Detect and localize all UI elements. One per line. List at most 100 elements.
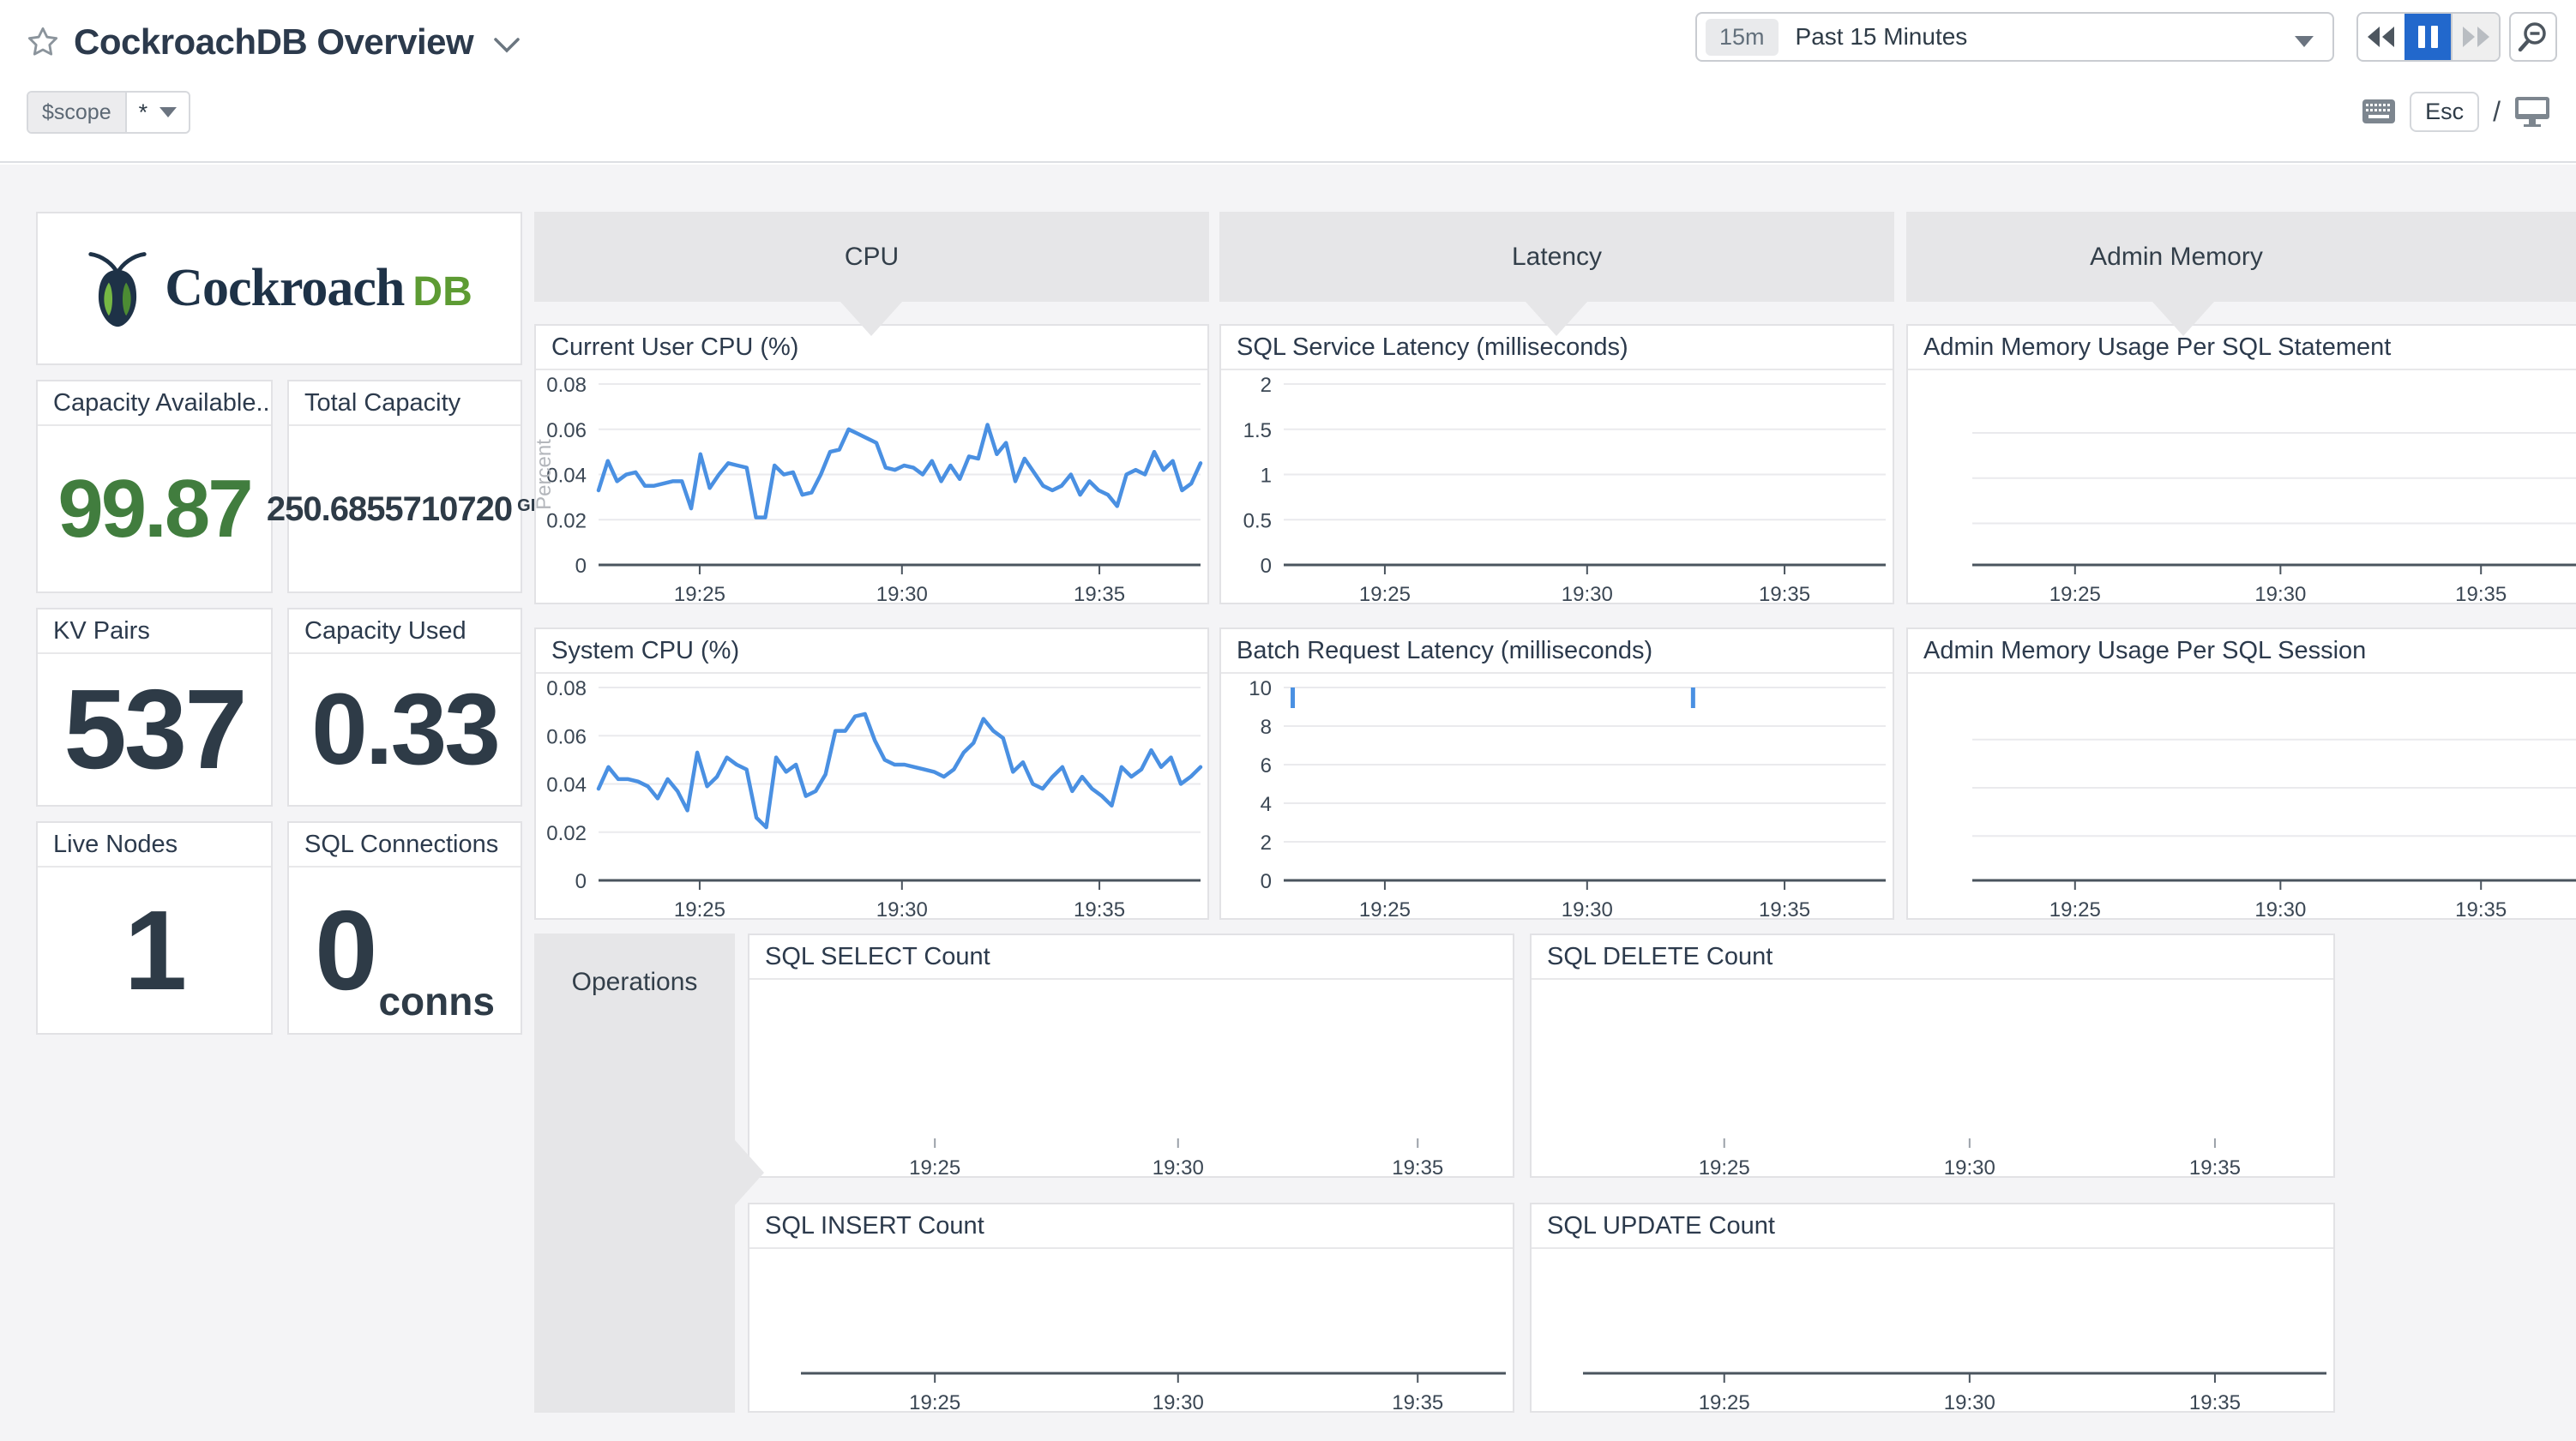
chart-panel-sql-service-latency: SQL Service Latency (milliseconds) 00.51… xyxy=(1219,324,1894,604)
svg-text:19:30: 19:30 xyxy=(1562,583,1613,603)
svg-text:0.08: 0.08 xyxy=(546,677,587,700)
group-label: CPU xyxy=(845,243,899,272)
keyboard-icon[interactable] xyxy=(2362,99,2396,124)
time-pause-button[interactable] xyxy=(2404,14,2451,60)
svg-text:0.06: 0.06 xyxy=(546,725,587,748)
stat-card-title: KV Pairs xyxy=(38,609,271,654)
brand-name: Cockroach xyxy=(165,259,404,317)
stat-value: 0.33 xyxy=(311,679,498,780)
stat-value: 0 xyxy=(315,894,375,1007)
svg-text:4: 4 xyxy=(1261,793,1272,816)
svg-text:0: 0 xyxy=(1261,555,1272,578)
svg-text:19:30: 19:30 xyxy=(1153,1391,1204,1411)
svg-text:2: 2 xyxy=(1261,832,1272,855)
svg-text:19:30: 19:30 xyxy=(1944,1391,1995,1411)
group-label: Admin Memory xyxy=(2090,243,2263,272)
svg-text:10: 10 xyxy=(1249,677,1272,700)
fullscreen-monitor-icon[interactable] xyxy=(2514,96,2550,127)
svg-text:19:30: 19:30 xyxy=(1153,1156,1204,1176)
chart-panel-admin-memory-session: Admin Memory Usage Per SQL Session 19:25… xyxy=(1906,627,2576,920)
chart-title: Admin Memory Usage Per SQL Statement xyxy=(1908,326,2576,370)
time-backward-button[interactable] xyxy=(2358,14,2404,60)
svg-text:19:25: 19:25 xyxy=(2049,583,2101,603)
svg-text:19:35: 19:35 xyxy=(1759,583,1810,603)
top-bar: CockroachDB Overview 15m Past 15 Minutes xyxy=(0,0,2576,163)
svg-text:19:25: 19:25 xyxy=(1359,583,1411,603)
cockroachdb-logo-card: CockroachDB xyxy=(36,212,522,365)
page-title: CockroachDB Overview xyxy=(74,21,473,63)
svg-text:19:30: 19:30 xyxy=(876,898,928,918)
chart-panel-admin-memory-statement: Admin Memory Usage Per SQL Statement 19:… xyxy=(1906,324,2576,604)
time-range-picker[interactable]: 15m Past 15 Minutes xyxy=(1695,12,2334,62)
svg-text:19:35: 19:35 xyxy=(1392,1391,1443,1411)
dashboard-title-row: CockroachDB Overview xyxy=(26,12,521,72)
group-header-operations[interactable]: Operations xyxy=(534,934,735,1413)
stat-value: 250.6855710720 xyxy=(267,492,512,526)
favorite-star-icon[interactable] xyxy=(26,25,60,59)
chart-panel-sql-delete-count: SQL DELETE Count 19:2519:3019:35 xyxy=(1530,934,2335,1178)
svg-text:Percent: Percent xyxy=(536,439,556,510)
zoom-out-icon xyxy=(2517,21,2549,53)
fast-forward-icon xyxy=(2460,25,2491,49)
svg-text:19:30: 19:30 xyxy=(2254,898,2306,918)
time-range-label: Past 15 Minutes xyxy=(1796,23,1968,51)
zoom-out-button[interactable] xyxy=(2509,12,2557,62)
time-nav-buttons xyxy=(2356,12,2501,62)
line-chart-admin-memory-statement: 19:2519:3019:35 xyxy=(1908,370,2576,603)
stat-card-sql-connections: SQL Connections 0conns xyxy=(287,821,522,1035)
svg-text:8: 8 xyxy=(1261,716,1272,739)
scope-value-select[interactable]: * xyxy=(127,93,190,132)
chart-title: Batch Request Latency (milliseconds) xyxy=(1221,629,1893,674)
group-header-cpu[interactable]: CPU xyxy=(534,212,1209,302)
svg-text:19:30: 19:30 xyxy=(876,583,928,603)
svg-text:19:25: 19:25 xyxy=(674,583,725,603)
group-notch-admin-memory xyxy=(2152,302,2214,336)
svg-text:19:35: 19:35 xyxy=(1074,583,1125,603)
svg-text:19:30: 19:30 xyxy=(1944,1156,1995,1176)
svg-text:19:35: 19:35 xyxy=(2189,1391,2241,1411)
stat-card-live-nodes: Live Nodes 1 xyxy=(36,821,273,1035)
group-header-admin-memory[interactable]: Admin Memory xyxy=(1906,212,2576,302)
time-range-caret-icon xyxy=(2295,36,2314,47)
stat-card-title: Capacity Available... xyxy=(38,381,271,426)
svg-text:19:25: 19:25 xyxy=(1359,898,1411,918)
esc-key-button[interactable]: Esc xyxy=(2410,92,2479,132)
chart-panel-batch-request-latency: Batch Request Latency (milliseconds) 0 2 4… xyxy=(1219,627,1894,920)
dashboard-grid: CockroachDB Capacity Available... 99.87 … xyxy=(0,165,2576,1441)
chart-panel-sql-select-count: SQL SELECT Count 19:2519:3019:35 xyxy=(748,934,1514,1178)
group-notch-operations xyxy=(735,1140,764,1205)
chart-panel-sql-insert-count: SQL INSERT Count 19:2519:3019:35 xyxy=(748,1203,1514,1413)
line-chart-current-user-cpu: 00.020.040.060.0819:2519:3019:35Percent xyxy=(536,370,1207,603)
chart-title: SQL INSERT Count xyxy=(749,1204,1513,1249)
shortcut-hint-row: Esc / xyxy=(2362,89,2550,134)
group-header-latency[interactable]: Latency xyxy=(1219,212,1894,302)
svg-text:19:35: 19:35 xyxy=(2455,583,2507,603)
time-range-badge: 15m xyxy=(1706,19,1779,56)
svg-text:19:25: 19:25 xyxy=(674,898,725,918)
chart-title: Admin Memory Usage Per SQL Session xyxy=(1908,629,2576,674)
svg-text:0: 0 xyxy=(1261,870,1272,893)
svg-text:0.02: 0.02 xyxy=(546,509,587,532)
group-label: Operations xyxy=(534,934,735,997)
svg-text:19:25: 19:25 xyxy=(2049,898,2101,918)
chart-title: System CPU (%) xyxy=(536,629,1207,674)
chart-title: SQL UPDATE Count xyxy=(1532,1204,2333,1249)
svg-text:0.04: 0.04 xyxy=(546,774,587,797)
stat-card-title: SQL Connections xyxy=(289,823,521,868)
rewind-icon xyxy=(2366,25,2397,49)
svg-text:1: 1 xyxy=(1261,465,1272,488)
svg-text:1.5: 1.5 xyxy=(1243,419,1272,442)
title-chevron-down-icon[interactable] xyxy=(492,36,521,55)
group-label: Latency xyxy=(1512,243,1602,272)
svg-text:19:25: 19:25 xyxy=(1699,1156,1750,1176)
line-chart-sql-service-latency: 00.511.5219:2519:3019:35 xyxy=(1221,370,1893,603)
template-variable-scope[interactable]: $scope * xyxy=(27,91,190,134)
line-chart-admin-memory-session: 19:2519:3019:35 xyxy=(1908,674,2576,918)
svg-text:0.06: 0.06 xyxy=(546,419,587,442)
stat-card-title: Live Nodes xyxy=(38,823,271,868)
time-forward-button[interactable] xyxy=(2451,14,2499,60)
svg-text:19:35: 19:35 xyxy=(1392,1156,1443,1176)
scope-caret-icon xyxy=(159,107,177,117)
svg-text:6: 6 xyxy=(1261,754,1272,778)
line-chart-sql-insert-count: 19:2519:3019:35 xyxy=(749,1249,1513,1411)
